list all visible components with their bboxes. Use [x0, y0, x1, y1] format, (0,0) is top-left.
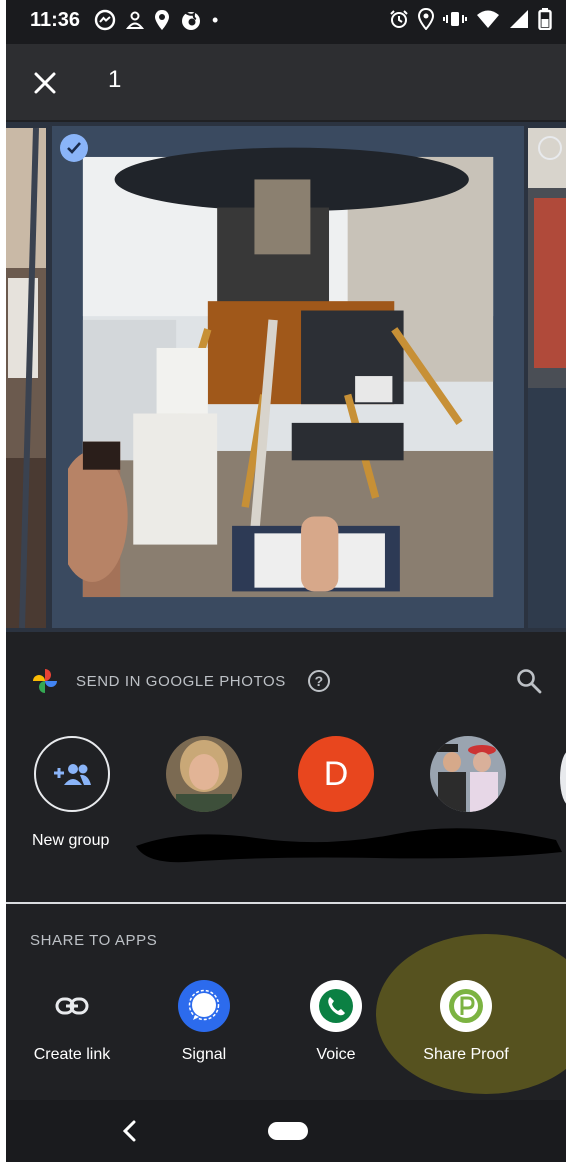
selected-check-icon[interactable] [60, 134, 88, 162]
add-group-icon [54, 764, 91, 785]
share-proof-icon [440, 980, 492, 1032]
back-icon[interactable] [118, 1118, 142, 1144]
status-bar: 11:36 • [6, 0, 566, 44]
link-icon [46, 980, 98, 1032]
vibrate-icon [443, 12, 467, 26]
contact-avatar-letter[interactable]: D [298, 736, 374, 812]
photo-strip[interactable] [6, 122, 566, 632]
selected-photo[interactable] [52, 126, 524, 628]
contact-avatar-2[interactable] [430, 736, 506, 812]
app-label: Create link [33, 1046, 111, 1063]
voice-app-icon [310, 980, 362, 1032]
dot-icon: • [212, 10, 219, 30]
signal-app-icon [178, 980, 230, 1032]
wifi-icon [477, 10, 499, 28]
signal-icon [510, 10, 528, 28]
signal-app-button[interactable]: Signal [144, 980, 264, 1064]
app-label: Share Proof [423, 1046, 509, 1063]
apps-section-title: SHARE TO APPS [30, 932, 158, 949]
close-icon[interactable] [28, 66, 62, 100]
unselected-check-icon[interactable] [538, 136, 562, 160]
contact-avatar-1[interactable] [166, 736, 242, 812]
send-in-google-photos-section: SEND IN GOOGLE PHOTOS ? New group D [6, 632, 566, 902]
voice-app-button[interactable]: Voice [276, 980, 396, 1064]
search-icon[interactable] [516, 668, 542, 694]
redacted-names-scribble [136, 828, 562, 863]
person-icon [126, 11, 144, 29]
contact-letter: D [323, 754, 349, 793]
selection-toolbar: 1 [6, 44, 566, 120]
partial-contact-avatar[interactable] [560, 750, 566, 806]
location-icon [418, 8, 434, 30]
app-label: Voice [316, 1046, 356, 1063]
app-label: Signal [181, 1046, 227, 1063]
share-proof-app-button[interactable]: Share Proof [406, 980, 526, 1064]
share-to-apps-section: SHARE TO APPS Create link Signal Voice S [6, 904, 566, 1100]
new-group-button[interactable] [34, 736, 110, 812]
battery-icon [538, 8, 552, 30]
create-link-button[interactable]: Create link [12, 980, 132, 1064]
home-pill-icon[interactable] [268, 1122, 308, 1140]
firefox-icon [182, 11, 200, 30]
send-section-title: SEND IN GOOGLE PHOTOS [76, 672, 286, 690]
previous-photo[interactable] [6, 128, 46, 628]
google-photos-icon [33, 669, 57, 693]
selected-count: 1 [108, 66, 122, 93]
messenger-icon [94, 9, 116, 31]
alarm-icon [390, 10, 408, 28]
navigation-bar [6, 1100, 566, 1162]
help-icon[interactable]: ? [307, 670, 330, 692]
phone-screen: 11:36 • 1 SEND IN GOOGLE PHOTOS ? New gr… [6, 0, 566, 1162]
status-time: 11:36 [30, 9, 81, 31]
new-group-label: New group [32, 832, 110, 849]
location-icon [155, 10, 169, 30]
next-photo[interactable] [528, 128, 566, 628]
